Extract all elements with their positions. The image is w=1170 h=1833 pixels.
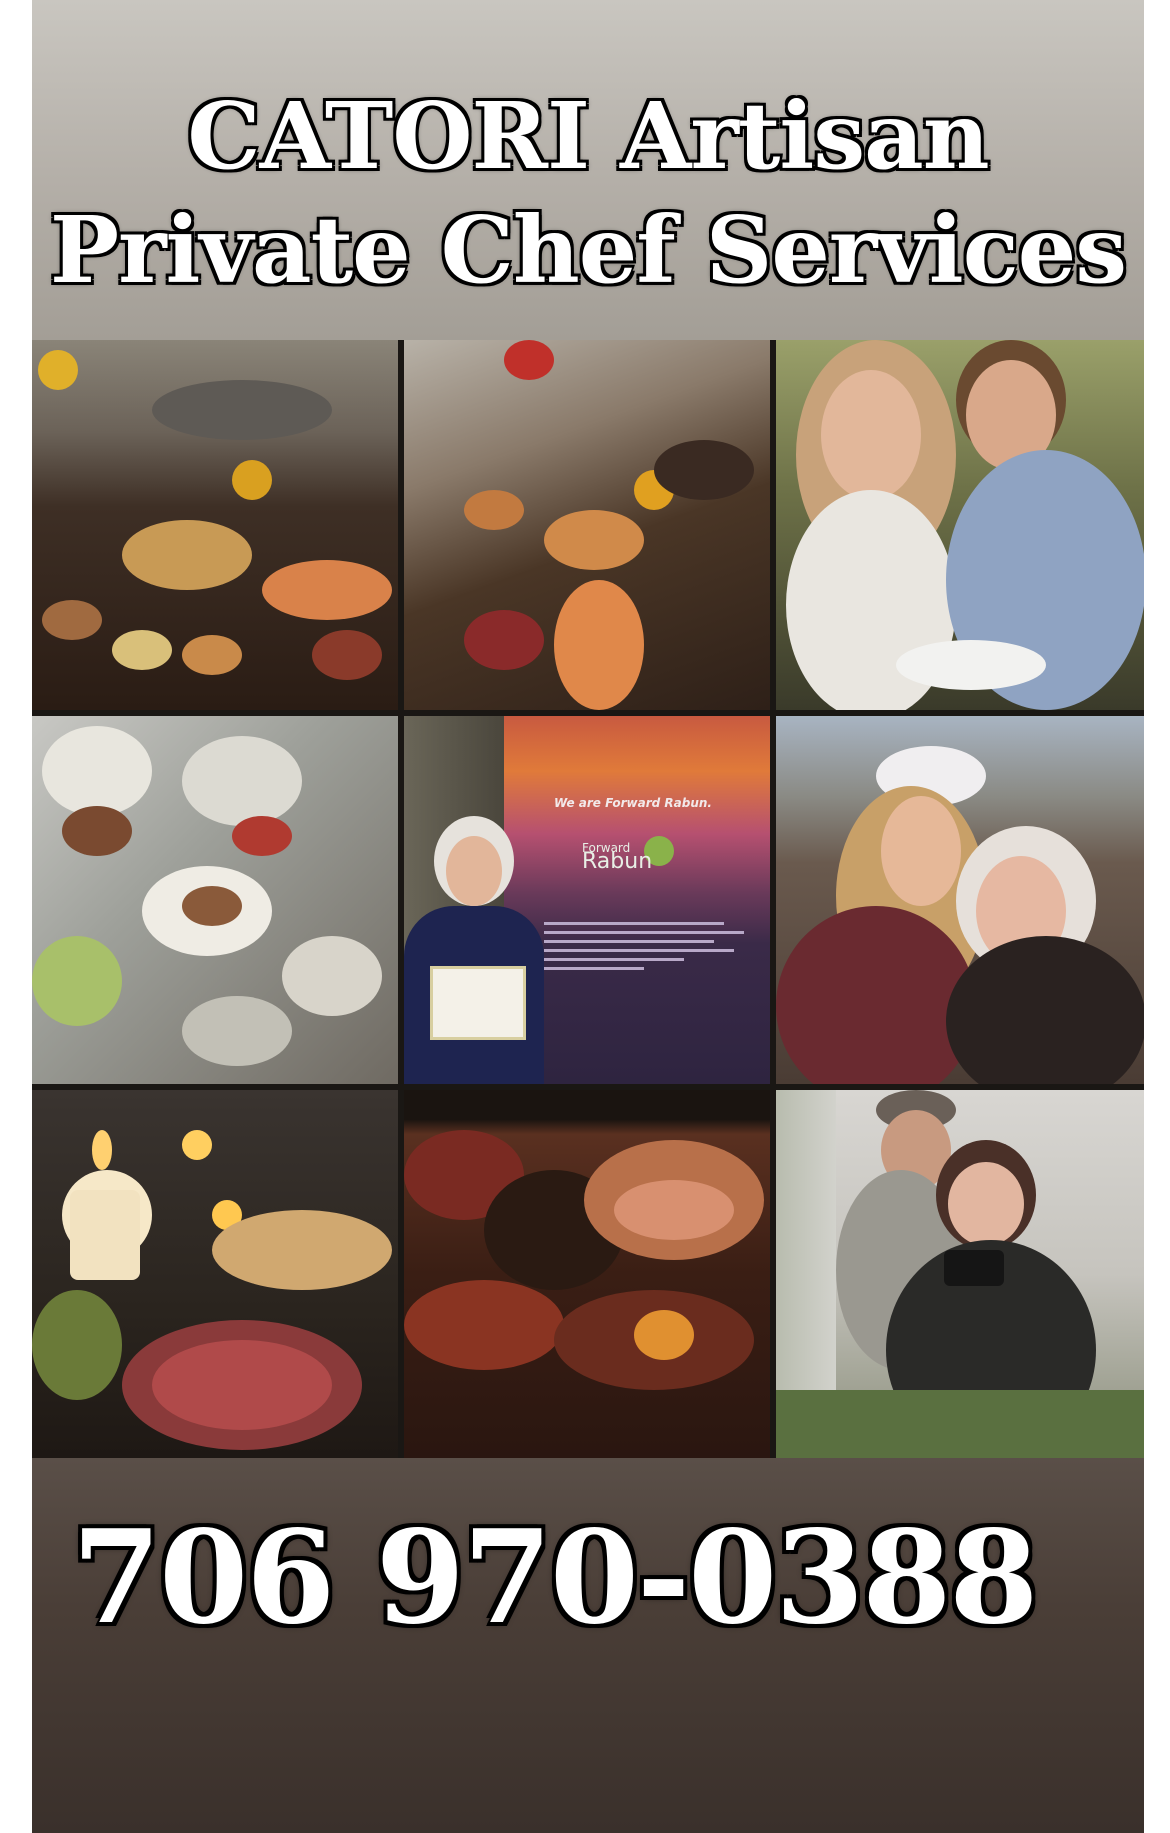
phone-number: 706 970-0388 [70, 1503, 1040, 1653]
buffet-table-sunflowers-photo [32, 340, 398, 710]
sign-body-text [544, 916, 754, 1026]
two-women-mountain-photo [776, 716, 1144, 1084]
salad-platters-photo [32, 716, 398, 1084]
photo-grid: We are Forward Rabun. Forward Rabun [32, 340, 1144, 1458]
header: CATORI Artisan Private Chef Services [32, 0, 1144, 340]
award-recipient-photo: We are Forward Rabun. Forward Rabun [404, 716, 770, 1084]
logo-line-2: Rabun [582, 849, 653, 874]
flyer: CATORI Artisan Private Chef Services We … [32, 0, 1144, 1833]
certificate [430, 966, 526, 1040]
buffet-spread-angle-photo [404, 340, 770, 710]
grilled-meats-photo [404, 1090, 770, 1458]
candlelit-charcuterie-photo [32, 1090, 398, 1458]
couple-smiling-photo [776, 340, 1144, 710]
camera-icon [944, 1250, 1004, 1286]
title-line-1: CATORI Artisan [186, 82, 991, 190]
title-line-2: Private Chef Services [48, 196, 1128, 304]
chefs-holding-camera-photo [776, 1090, 1144, 1458]
sign-heading: We are Forward Rabun. [554, 796, 712, 810]
footer: 706 970-0388 [32, 1458, 1144, 1833]
